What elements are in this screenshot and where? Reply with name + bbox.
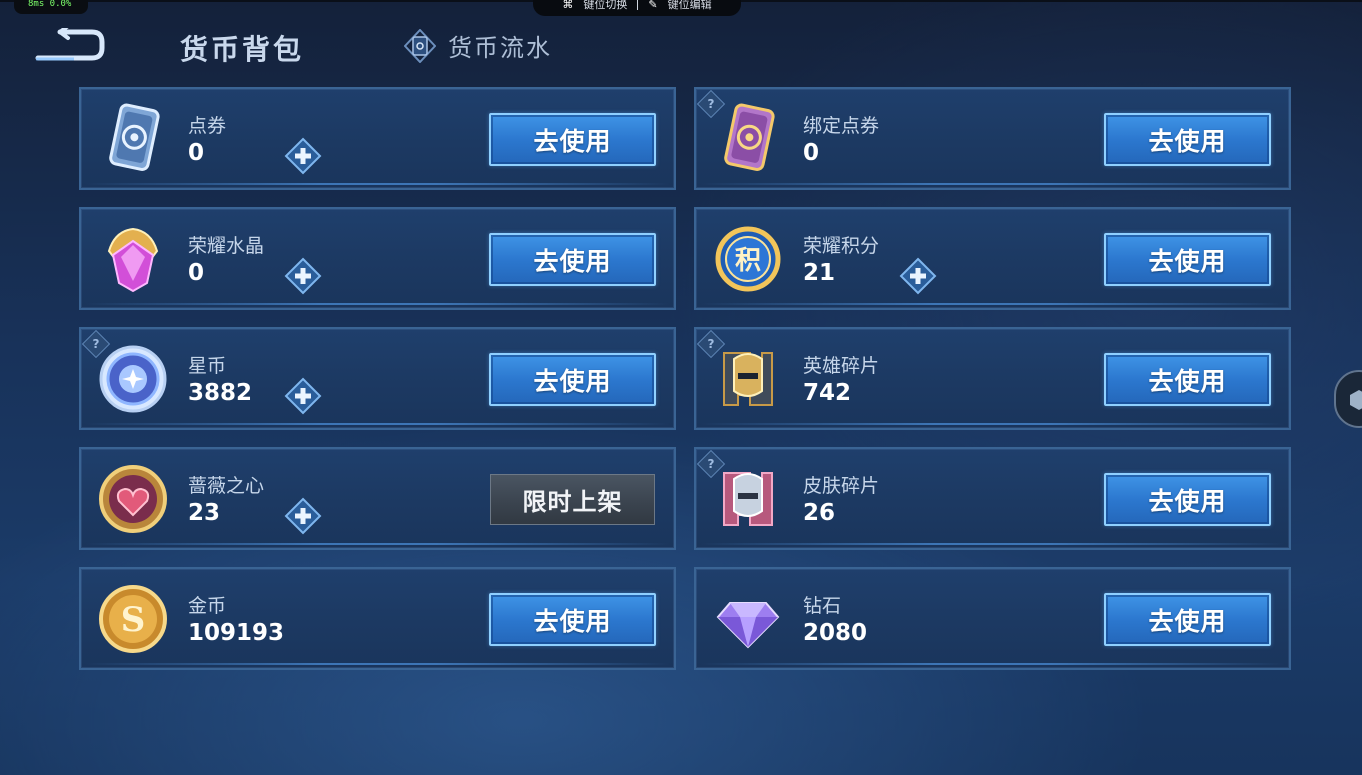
add-currency-button[interactable] [284,137,322,175]
glory-points-icon: 积 [710,221,786,297]
use-button[interactable]: 去使用 [1104,233,1271,286]
currency-amount: 21 [803,260,836,286]
currency-amount: 0 [188,140,205,166]
currency-amount: 23 [188,500,221,526]
tab-currency-flow[interactable]: 货币流水 [404,28,552,63]
coupon-card-icon [95,101,171,177]
currency-name: 金币 [188,595,227,617]
currency-amount: 3882 [188,380,253,406]
currency-amount: 26 [803,500,836,526]
skin-fragment-icon [710,461,786,537]
keymap-switch-button[interactable]: 键位切换 [583,0,627,12]
currency-amount: 742 [803,380,852,406]
add-currency-button[interactable] [284,377,322,415]
perf-indicator: 8ms 0.0% [14,0,88,14]
currency-amount: 0 [188,260,205,286]
currency-card: 积 荣耀积分 21 去使用 [694,207,1291,310]
currency-amount: 109193 [188,620,285,646]
currency-card: 钻石 2080 去使用 [694,567,1291,670]
use-button[interactable]: 去使用 [489,593,656,646]
add-currency-button[interactable] [284,257,322,295]
use-button[interactable]: 去使用 [1104,593,1271,646]
glory-crystal-icon [95,221,171,297]
currency-card: ? 皮肤碎片 26 去使用 [694,447,1291,550]
use-button[interactable]: 去使用 [1104,113,1271,166]
svg-text:积: 积 [735,246,761,276]
add-currency-button[interactable] [284,497,322,535]
currency-card: S 金币 109193 去使用 [79,567,676,670]
currency-name: 绑定点券 [803,115,880,137]
use-button[interactable]: 去使用 [1104,353,1271,406]
tab-currency-flow-label: 货币流水 [448,34,552,62]
use-button[interactable]: 去使用 [489,353,656,406]
gold-coin-icon: S [95,581,171,657]
overlay-toolbar: ⌘ 键位切换 ✎ 键位编辑 [533,0,741,16]
keymap-edit-icon: ✎ [648,0,658,11]
currency-name: 皮肤碎片 [803,475,880,497]
hero-fragment-icon [710,341,786,417]
keymap-switch-icon: ⌘ [562,0,574,11]
star-coin-icon [95,341,171,417]
use-button[interactable]: 去使用 [489,233,656,286]
currency-card: 蔷薇之心 23 限时上架 [79,447,676,550]
currency-name: 点券 [188,115,227,137]
currency-card: ? 英雄碎片 742 去使用 [694,327,1291,430]
currency-name: 钻石 [803,595,842,617]
side-panel-handle[interactable] [1334,370,1362,428]
currency-card: 点券 0 去使用 [79,87,676,190]
back-arrow-icon[interactable] [34,28,106,62]
currency-name: 蔷薇之心 [188,475,265,497]
currency-card: ? 星币 3882 去使用 [79,327,676,430]
svg-text:S: S [121,600,146,640]
currency-card: ? 绑定点券 0 去使用 [694,87,1291,190]
add-currency-button[interactable] [899,257,937,295]
currency-card: 荣耀水晶 0 去使用 [79,207,676,310]
rose-heart-icon [95,461,171,537]
currency-name: 荣耀积分 [803,235,880,257]
toolbar-divider [637,0,639,10]
page-title: 货币背包 [180,33,305,66]
currency-amount: 2080 [803,620,868,646]
keymap-edit-button[interactable]: 键位编辑 [668,0,712,12]
use-button[interactable]: 去使用 [489,113,656,166]
bound-coupon-card-icon [710,101,786,177]
hexagon-icon [1350,390,1362,410]
currency-amount: 0 [803,140,820,166]
limited-time-button[interactable]: 限时上架 [490,474,655,525]
currency-name: 星币 [188,355,227,377]
currency-name: 英雄碎片 [803,355,880,377]
use-button[interactable]: 去使用 [1104,473,1271,526]
currency-flow-icon [404,28,436,63]
diamond-icon [710,581,786,657]
currency-name: 荣耀水晶 [188,235,265,257]
